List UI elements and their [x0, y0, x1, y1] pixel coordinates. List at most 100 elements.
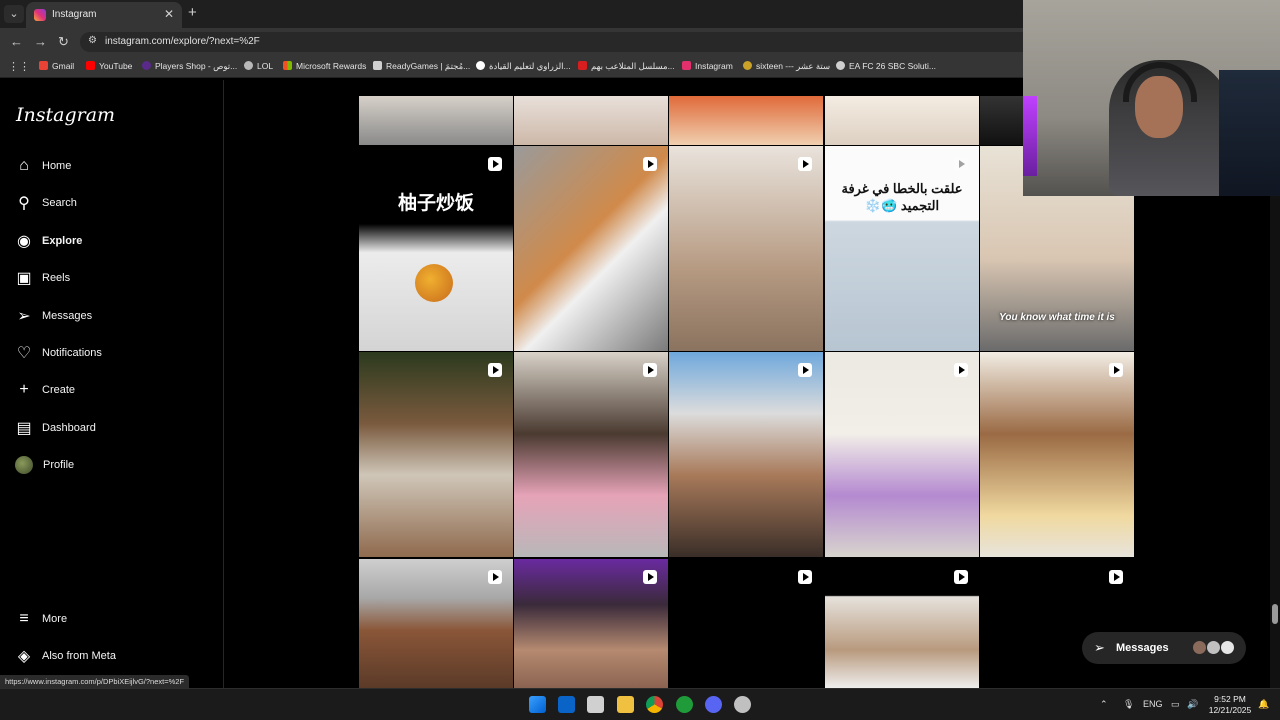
back-icon[interactable]: ← [10, 34, 23, 49]
close-tab-icon[interactable]: ✕ [164, 7, 174, 21]
grid-tile[interactable] [359, 559, 513, 688]
sidebar-item-label: Create [42, 384, 76, 396]
heart-icon: ♡ [16, 345, 32, 362]
bookmark-label: Instagram [695, 61, 733, 71]
grid-tile[interactable] [980, 559, 1134, 688]
grid-tile[interactable] [825, 96, 979, 145]
messages-pill-label: Messages [1116, 642, 1169, 654]
meta-icon: ◈ [17, 648, 31, 665]
reel-icon [954, 363, 968, 377]
bookmark[interactable]: LOL [244, 61, 273, 71]
compass-icon: ◉ [17, 233, 31, 250]
fc-icon [836, 61, 845, 70]
reload-icon[interactable]: ↻ [58, 34, 69, 50]
sidebar-item-create[interactable]: + Create [14, 377, 214, 403]
sidebar-item-label: More [42, 613, 68, 625]
sixteen-icon [743, 61, 752, 70]
sidebar: Instagram ⌂ Home ⚲ Search ◉ Explore ▣ Re… [0, 80, 224, 688]
discord-icon[interactable] [705, 696, 722, 713]
sidebar-item-also-from-meta[interactable]: ◈ Also from Meta [14, 643, 214, 669]
sidebar-item-notifications[interactable]: ♡ Notifications [14, 340, 214, 366]
grid-tile[interactable] [825, 352, 979, 557]
sidebar-item-dashboard[interactable]: ▤ Dashboard [14, 415, 214, 441]
players-shop-icon [142, 61, 151, 70]
messages-pill[interactable]: ➢ Messages [1082, 632, 1246, 664]
grid-tile[interactable] [980, 352, 1134, 557]
bookmark[interactable]: ReadyGames | مُجتمَ... [373, 61, 470, 72]
sidebar-item-messages[interactable]: ➢ Messages [14, 303, 214, 329]
language-indicator[interactable]: ENG [1143, 699, 1163, 709]
tab-search-button[interactable]: ⌄ [4, 5, 24, 23]
bookmark[interactable]: YouTube [86, 61, 132, 71]
system-clock[interactable]: 9:52 PM 12/21/2025 [1205, 694, 1255, 716]
chrome-icon[interactable] [646, 696, 663, 713]
grid-tile[interactable] [669, 96, 823, 145]
xbox-icon[interactable] [676, 696, 693, 713]
bookmark[interactable]: مسلسل المتلاعب بهم... [578, 61, 675, 72]
bookmark[interactable]: sixteen --- ستة عشر [743, 61, 830, 72]
store-icon[interactable] [587, 696, 604, 713]
browser-tab[interactable]: Instagram ✕ [26, 2, 182, 28]
network-icon[interactable]: ▭ [1171, 699, 1180, 710]
reel-icon [643, 157, 657, 171]
reel-icon [1109, 363, 1123, 377]
site-info-icon[interactable]: ⚙ [88, 35, 97, 46]
sidebar-item-label: Explore [42, 235, 83, 247]
forward-icon[interactable]: → [34, 34, 47, 49]
grid-tile[interactable] [669, 559, 823, 688]
grid-tile[interactable] [669, 146, 823, 351]
sidebar-item-more[interactable]: ≡ More [14, 606, 214, 632]
series-icon [578, 61, 587, 70]
apps-grid-icon[interactable]: ⋮⋮ [8, 60, 30, 73]
reel-icon [954, 157, 968, 171]
grid-tile[interactable] [359, 96, 513, 145]
bookmark-label: مسلسل المتلاعب بهم... [591, 61, 675, 71]
bookmark[interactable]: Instagram [682, 61, 733, 71]
sidebar-item-reels[interactable]: ▣ Reels [14, 265, 214, 291]
bookmark-label: LOL [257, 61, 274, 71]
sidebar-item-explore[interactable]: ◉ Explore [14, 228, 214, 254]
sidebar-item-search[interactable]: ⚲ Search [14, 190, 214, 216]
grid-tile[interactable] [359, 352, 513, 557]
grid-tile[interactable] [514, 559, 668, 688]
windows-start-icon[interactable] [529, 696, 546, 713]
file-explorer-icon[interactable] [617, 696, 634, 713]
bookmark-label: Microsoft Rewards [296, 61, 367, 71]
reels-icon: ▣ [16, 270, 32, 287]
url-text: instagram.com/explore/?next=%2F [105, 36, 260, 47]
grid-tile[interactable] [825, 559, 979, 688]
grid-tile[interactable] [514, 96, 668, 145]
bookmark-label: EA FC 26 SBC Soluti... [849, 61, 936, 71]
new-tab-button[interactable]: + [188, 4, 197, 21]
bookmark[interactable]: EA FC 26 SBC Soluti... [836, 61, 936, 71]
tray-overflow-icon[interactable]: ⌃ [1100, 699, 1108, 710]
tile-caption: علقت بالخطا في غرفة التجميد 🥶❄️ [841, 181, 963, 213]
grid-tile[interactable]: 柚子炒饭 [359, 146, 513, 351]
bookmark-label: Gmail [52, 61, 75, 71]
globe-icon [244, 61, 253, 70]
reel-icon [643, 570, 657, 584]
bookmark[interactable]: الزراوي لتعليم القيادة... [476, 61, 571, 72]
grid-tile[interactable] [514, 146, 668, 351]
volume-icon[interactable]: 🔊 [1187, 699, 1198, 710]
bookmark[interactable]: Players Shop - توص... [142, 61, 237, 72]
sidebar-item-label: Profile [43, 459, 75, 471]
grid-tile[interactable] [669, 352, 823, 557]
app-icon[interactable] [734, 696, 751, 713]
reel-icon [643, 363, 657, 377]
grid-tile[interactable] [514, 352, 668, 557]
grid-tile[interactable]: علقت بالخطا في غرفة التجميد 🥶❄️ [825, 146, 979, 351]
sidebar-item-home[interactable]: ⌂ Home [14, 153, 214, 179]
sidebar-item-profile[interactable]: Profile [14, 452, 214, 478]
instagram-logo[interactable]: Instagram [16, 104, 115, 126]
notification-bell-icon[interactable]: 🔔 [1258, 699, 1269, 710]
messenger-icon: ➢ [1094, 640, 1105, 655]
outlook-icon[interactable] [558, 696, 575, 713]
microphone-icon[interactable]: 🎙 [1123, 699, 1134, 710]
bookmark[interactable]: Gmail [39, 61, 74, 71]
tab-title: Instagram [52, 9, 97, 20]
bookmark[interactable]: Microsoft Rewards [283, 61, 366, 71]
scrollbar-thumb[interactable] [1272, 604, 1278, 624]
microsoft-icon [283, 61, 292, 70]
avatar [1220, 640, 1235, 655]
